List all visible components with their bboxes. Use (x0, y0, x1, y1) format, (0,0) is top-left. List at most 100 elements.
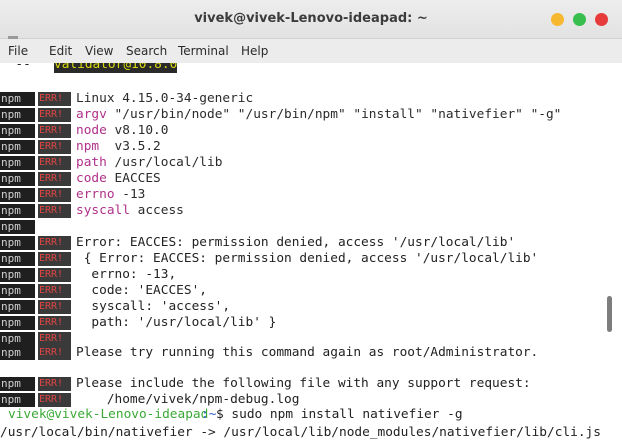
err-tag: ERR! (38, 92, 71, 106)
terminal-line: npm ERR! errno: -13, (0, 267, 176, 283)
line-text: code EACCES (76, 171, 161, 187)
npm-tag: npm (0, 377, 35, 391)
npm-tag: npm (0, 236, 35, 250)
npm-tag: npm (0, 300, 35, 314)
line-text: errno: -13, (76, 267, 177, 282)
terminal-line: npm ERR! Error: EACCES: permission denie… (0, 235, 515, 251)
terminal-line-blank: npm (0, 219, 46, 235)
err-tag: ERR! (38, 188, 71, 202)
npm-tag: npm (0, 172, 35, 186)
terminal-line: npm ERR! syscall: 'access', (0, 299, 230, 315)
line-value: -13 (114, 187, 146, 202)
npm-tag: npm (0, 393, 35, 407)
menu-bar: File Edit View Search Terminal Help (0, 39, 622, 63)
npm-tag: npm (0, 284, 35, 298)
line-value: v8.10.0 (106, 123, 169, 138)
terminal-line: npm ERR! /home/vivek/npm-debug.log (0, 392, 299, 408)
terminal-line-partial-top: -- validator@10.8.0 (0, 63, 178, 73)
line-value: "/usr/bin/node" "/usr/bin/npm" "install"… (106, 107, 562, 122)
npm-tag: npm (0, 220, 35, 234)
line-key: npm (76, 139, 107, 154)
terminal-line: npm ERR! syscall access (0, 203, 184, 219)
err-tag: ERR! (38, 204, 71, 218)
line-value: access (129, 203, 184, 218)
line-key: code (76, 171, 107, 186)
prompt-path: :~ (201, 407, 217, 422)
npm-tag: npm (0, 156, 35, 170)
terminal-line: npm ERR! code: 'EACCES', (0, 283, 207, 299)
line-value: /usr/local/lib (106, 155, 223, 170)
terminal-line: npm ERR! path: '/usr/local/lib' } (0, 315, 276, 331)
err-tag: ERR! (38, 124, 71, 138)
maximize-button[interactable] (573, 13, 586, 26)
line-key: path (76, 155, 107, 170)
err-tag: ERR! (38, 252, 71, 266)
line-text: syscall access (76, 203, 184, 219)
highlight-package: validator@10.8.0 (54, 63, 178, 73)
line-text: Linux 4.15.0-34-generic (76, 91, 254, 106)
line-text: Error: EACCES: permission denied, access… (76, 235, 516, 250)
npm-tag: npm (0, 252, 35, 266)
terminal-line: npm ERR! Linux 4.15.0-34-generic (0, 91, 253, 107)
terminal-line: npm ERR! errno -13 (0, 187, 145, 203)
line-text: /home/vivek/npm-debug.log (76, 392, 300, 407)
npm-tag: npm (0, 268, 35, 282)
err-tag: ERR! (38, 268, 71, 282)
npm-tag: npm (0, 108, 35, 122)
line-text: syscall: 'access', (76, 299, 231, 314)
npm-tag: npm (0, 140, 35, 154)
err-tag: ERR! (38, 300, 71, 314)
terminal-window: vivek@vivek-Lenovo-ideapad: ~ File Edit … (0, 0, 622, 441)
terminal-line: npm ERR! Please include the following fi… (0, 376, 531, 392)
err-tag: ERR! (38, 284, 71, 298)
err-tag: ERR! (38, 236, 71, 250)
err-tag: ERR! (38, 156, 71, 170)
npm-tag: npm (0, 92, 35, 106)
npm-tag: npm (0, 332, 35, 346)
line-text: node v8.10.0 (76, 123, 168, 139)
line-key: node (76, 123, 107, 138)
terminal-line-partial-bottom: /usr/local/bin/nativefier -> /usr/local/… (0, 425, 601, 441)
menu-search[interactable]: Search (126, 44, 167, 58)
terminal-line: npm ERR! path /usr/local/lib (0, 155, 222, 171)
line-key: syscall (76, 203, 130, 218)
line-text: npm v3.5.2 (76, 139, 161, 155)
line-text: argv "/usr/bin/node" "/usr/bin/npm" "ins… (76, 107, 561, 123)
line-text: { Error: EACCES: permission denied, acce… (76, 251, 539, 266)
err-tag: ERR! (38, 316, 71, 330)
line-text: path: '/usr/local/lib' } (76, 315, 277, 330)
scrollbar-thumb[interactable] (607, 296, 612, 332)
close-button[interactable] (595, 13, 608, 26)
window-title: vivek@vivek-Lenovo-ideapad: ~ (194, 11, 428, 26)
line-text: /usr/local/bin/nativefier -> /usr/local/… (0, 425, 601, 440)
minimize-button[interactable] (551, 13, 564, 26)
err-tag: ERR! (38, 332, 71, 346)
npm-tag: npm (0, 346, 35, 360)
line-text: path /usr/local/lib (76, 155, 222, 171)
menu-help[interactable]: Help (241, 44, 268, 58)
partial-prefix: -- (0, 63, 39, 72)
npm-tag: npm (0, 204, 35, 218)
prompt-user-host: vivek@vivek-Lenovo-ideapad (8, 407, 209, 422)
line-key: argv (76, 107, 107, 122)
line-text: errno -13 (76, 187, 145, 203)
prompt-command: $ sudo npm install nativefier -g (216, 407, 463, 422)
line-key: errno (76, 187, 115, 202)
menu-file[interactable]: File (8, 44, 28, 58)
err-tag: ERR! (38, 377, 71, 391)
err-tag: ERR! (38, 140, 71, 154)
terminal-line: npm ERR! node v8.10.0 (0, 123, 168, 139)
terminal-output[interactable]: -- validator@10.8.0 npm ERR! Linux 4.15.… (0, 63, 622, 441)
menu-edit[interactable]: Edit (49, 44, 72, 58)
line-text: Please include the following file with a… (76, 376, 531, 391)
menu-terminal[interactable]: Terminal (178, 44, 229, 58)
line-value: EACCES (106, 171, 161, 186)
title-bar[interactable]: vivek@vivek-Lenovo-ideapad: ~ (0, 0, 622, 39)
err-tag: ERR! (38, 346, 71, 360)
line-text: code: 'EACCES', (76, 283, 207, 298)
line-value: v3.5.2 (106, 139, 161, 154)
shell-prompt-line: vivek@vivek-Lenovo-ideapad :~ $ sudo npm… (0, 407, 463, 423)
terminal-line: npm ERR! Please try running this command… (0, 345, 538, 361)
line-text: Please try running this command again as… (76, 345, 539, 360)
menu-view[interactable]: View (85, 44, 113, 58)
